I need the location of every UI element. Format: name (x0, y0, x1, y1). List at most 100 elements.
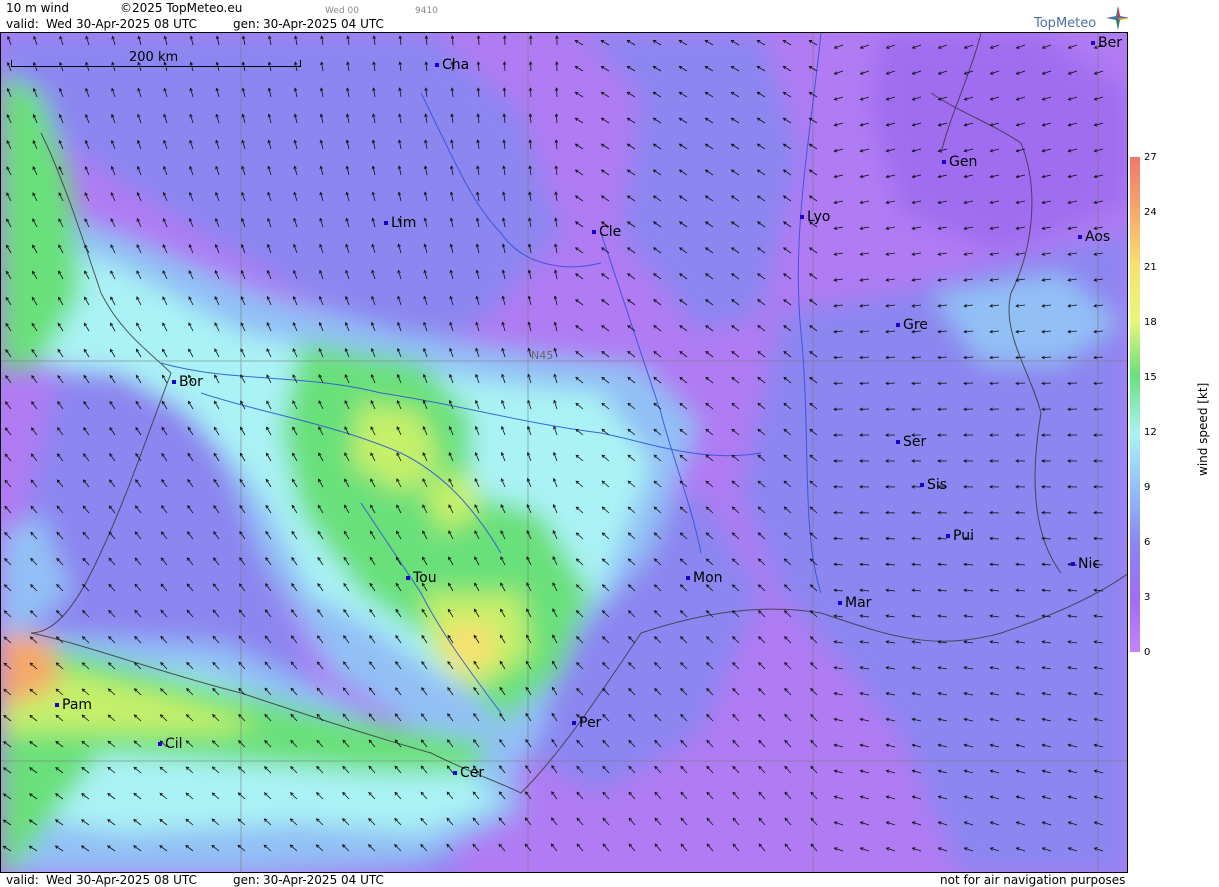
wind-arrow (422, 478, 428, 488)
city-pam[interactable]: Pam (55, 698, 92, 712)
city-aos[interactable]: Aos (1078, 230, 1110, 244)
city-cer[interactable]: Cer (453, 766, 484, 780)
wind-arrow (320, 61, 324, 72)
wind-arrow (963, 200, 974, 205)
wind-arrow (989, 510, 1000, 515)
wind-arrow (809, 273, 818, 280)
wind-arrow (81, 636, 90, 644)
wind-arrow (833, 847, 844, 852)
wind-arrow (341, 844, 350, 852)
city-gre[interactable]: Gre (896, 318, 928, 332)
wind-arrow (989, 821, 1000, 826)
wind-arrow (859, 381, 870, 386)
wind-arrow (833, 485, 844, 489)
wind-arrow (345, 217, 350, 228)
wind-arrow (450, 35, 455, 46)
wind-arrow (784, 791, 792, 800)
wind-arrow (474, 399, 480, 410)
wind-arrow (859, 588, 870, 593)
city-tou[interactable]: Tou (406, 571, 437, 585)
wind-arrow (859, 691, 870, 696)
city-ber[interactable]: Ber (1091, 36, 1122, 50)
wind-arrow (526, 530, 532, 540)
wind-arrow (1067, 614, 1078, 618)
wind-arrow (108, 531, 116, 540)
wind-arrow (937, 433, 948, 437)
wind-arrow (187, 505, 194, 514)
wind-arrow (241, 35, 246, 46)
wind-arrow (525, 712, 532, 722)
wind-arrow (528, 217, 532, 228)
city-cha[interactable]: Cha (435, 58, 469, 72)
city-cle[interactable]: Cle (592, 225, 621, 239)
wind-arrow (1093, 381, 1104, 386)
wind-arrow (653, 610, 662, 618)
wind-arrow (82, 610, 90, 618)
wind-arrow (627, 376, 636, 384)
wind-arrow (574, 143, 584, 150)
city-lyo[interactable]: Lyo (800, 210, 830, 224)
wind-arrow (1015, 795, 1026, 800)
wind-arrow (137, 113, 142, 124)
wind-arrow (31, 296, 38, 306)
wind-arrow (2, 793, 12, 800)
wind-arrow (265, 452, 272, 462)
wind-arrow (318, 295, 324, 306)
wind-arrow (1093, 148, 1104, 153)
wind-arrow (989, 614, 1000, 618)
wind-arrow (911, 795, 922, 800)
wind-arrow (963, 795, 974, 800)
wind-map[interactable]: 200 km N45 Cha Ber Gen Lim Cle Lyo Aos G… (0, 32, 1128, 873)
city-mar[interactable]: Mar (838, 596, 871, 610)
wind-arrow (30, 584, 38, 592)
wind-arrow (185, 766, 194, 774)
wind-arrow (552, 608, 558, 618)
scale-label: 200 km (129, 50, 179, 65)
wind-arrow (526, 582, 532, 592)
wind-arrow (58, 139, 64, 150)
wind-arrow (757, 610, 766, 618)
wind-arrow (989, 640, 1000, 644)
wind-arrow (473, 739, 480, 748)
legend-tick: 3 (1144, 592, 1151, 603)
wind-arrow (136, 322, 142, 332)
city-sis[interactable]: Sis (920, 478, 947, 492)
wind-arrow (1015, 717, 1026, 722)
wind-arrow (1093, 847, 1104, 852)
wind-arrow (264, 687, 272, 696)
wind-arrow (963, 510, 974, 515)
wind-arrow (885, 329, 896, 334)
wind-arrow (1041, 148, 1052, 153)
city-lim[interactable]: Lim (384, 216, 416, 230)
wind-arrow (502, 35, 507, 46)
wind-arrow (732, 662, 740, 670)
city-bor[interactable]: Bor (172, 375, 203, 389)
city-mon[interactable]: Mon (686, 571, 723, 585)
wind-arrow (679, 428, 688, 436)
city-ser[interactable]: Ser (896, 435, 926, 449)
wind-arrow (421, 660, 428, 670)
wind-arrow (424, 35, 429, 46)
wind-arrow (937, 174, 948, 179)
wind-arrow (1067, 355, 1078, 360)
wind-arrow (188, 191, 194, 202)
wind-arrow (524, 817, 532, 826)
wind-arrow (552, 556, 558, 566)
city-gen[interactable]: Gen (942, 155, 977, 169)
wind-arrow (317, 504, 324, 514)
wind-arrow (345, 139, 350, 150)
city-pui[interactable]: Pui (946, 529, 974, 543)
wind-arrow (500, 608, 506, 618)
wind-arrow (784, 817, 792, 826)
wind-arrow (678, 117, 688, 124)
city-per[interactable]: Per (572, 716, 601, 730)
topmeteo-logo[interactable]: TopMeteo (1034, 6, 1130, 31)
wind-arrow (626, 221, 636, 228)
city-cil[interactable]: Cil (158, 737, 183, 751)
city-nic[interactable]: Nic (1071, 557, 1100, 571)
wind-arrow (188, 322, 194, 332)
wind-arrow (472, 817, 480, 826)
wind-arrow (989, 278, 1000, 282)
wind-arrow (963, 44, 974, 49)
wind-arrow (963, 381, 974, 386)
